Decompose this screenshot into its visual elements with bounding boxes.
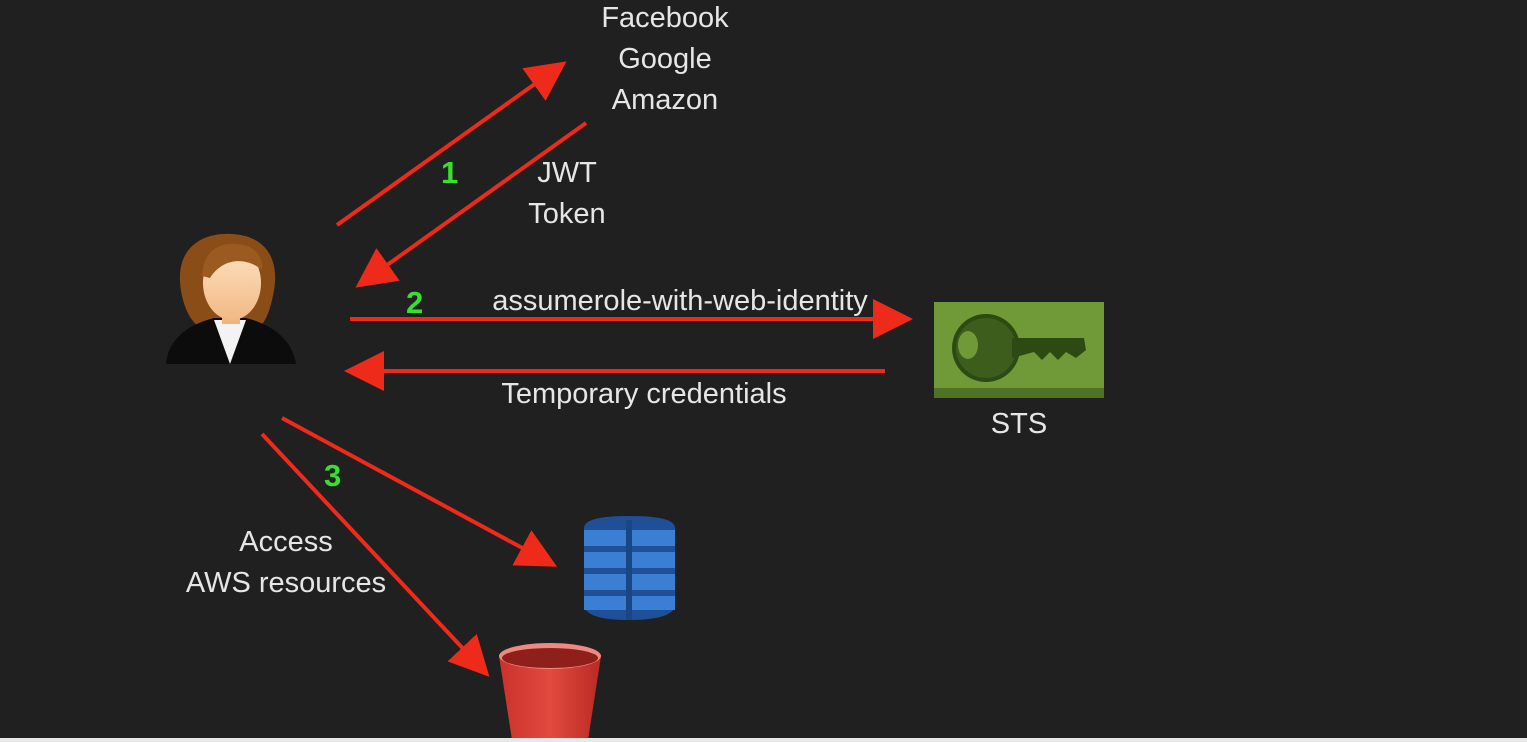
bottom-edge <box>0 738 1527 742</box>
access-label: Access <box>239 526 333 558</box>
token-label: Token <box>528 198 606 230</box>
jwt-label: JWT <box>537 157 597 189</box>
s3-bucket-icon <box>499 643 601 740</box>
diagram-canvas: Facebook Google Amazon JWT Token 1 2 3 a… <box>0 0 1527 742</box>
sts-label: STS <box>990 408 1048 440</box>
provider-google: Google <box>618 43 712 75</box>
assume-role-label: assumerole-with-web-identity <box>492 285 868 317</box>
provider-amazon: Amazon <box>611 84 719 116</box>
temporary-credentials-label: Temporary credentials <box>501 378 787 410</box>
dynamodb-icon <box>584 516 675 620</box>
sts-key-icon <box>934 302 1104 398</box>
step-2-number: 2 <box>406 285 424 320</box>
user-avatar-icon <box>166 233 296 364</box>
step-1-number: 1 <box>441 155 459 190</box>
provider-facebook: Facebook <box>601 2 729 34</box>
step-3-number: 3 <box>324 458 342 493</box>
aws-resources-label: AWS resources <box>185 567 387 599</box>
